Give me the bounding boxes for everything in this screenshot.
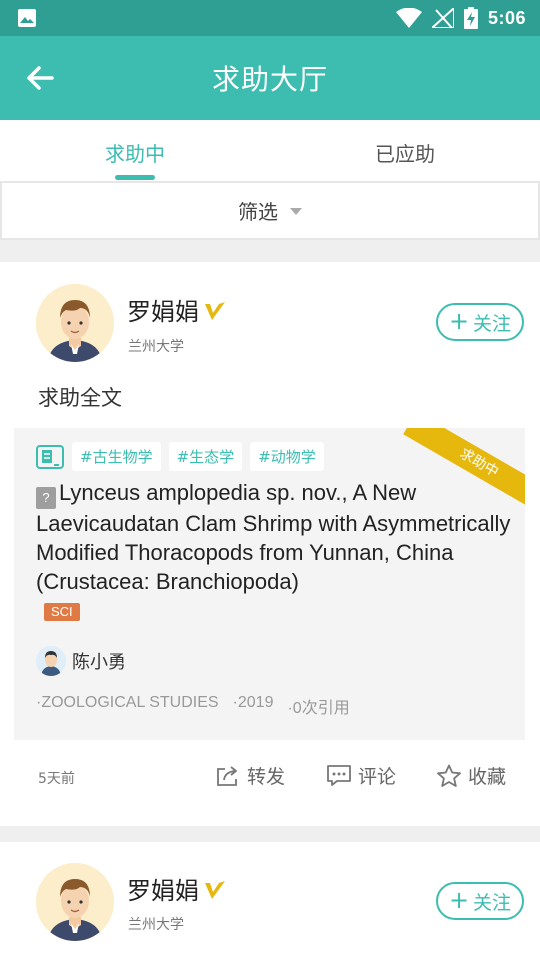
journal: ·ZOOLOGICAL STUDIES (36, 694, 219, 711)
user-name[interactable]: 罗娟娟 (127, 871, 227, 906)
request-type: 求助全文 (38, 386, 122, 410)
sci-badge: SCI (44, 603, 80, 621)
star-icon (437, 764, 461, 787)
tab-requesting[interactable]: 求助中 (0, 120, 270, 182)
tab-bar: 求助中 已应助 (0, 120, 540, 182)
comment-label: 评论 (358, 766, 397, 788)
favorite-label: 收藏 (468, 766, 507, 788)
paper-meta: ·ZOOLOGICAL STUDIES ·2019 ·0次引用 (36, 694, 350, 718)
gallery-icon (18, 9, 36, 27)
comment-button[interactable]: 评论 (326, 762, 396, 789)
post-time: 5天前 (38, 771, 75, 787)
user-name-text: 罗娟娟 (127, 877, 199, 905)
tag[interactable]: #生态学 (168, 442, 243, 471)
male-avatar-icon (36, 284, 114, 362)
wifi-icon (395, 8, 422, 28)
paper-card[interactable]: 求助中 #古生物学 #生态学 #动物学 ? Lynceus amplopedia … (14, 428, 525, 740)
status-time: 5:06 (487, 7, 526, 28)
tag-list: #古生物学 #生态学 #动物学 (36, 442, 324, 471)
v-badge-icon (205, 880, 225, 899)
status-bar: 5:06 (0, 0, 540, 36)
tab-label: 求助中 (105, 142, 165, 166)
follow-button[interactable]: + 关注 (436, 303, 524, 341)
page-title: 求助大厅 (211, 63, 328, 96)
user-name-text: 罗娟娟 (127, 298, 199, 326)
avatar[interactable] (36, 863, 114, 941)
comment-icon (327, 764, 351, 786)
year: ·2019 (232, 694, 274, 711)
question-doc-icon: ? (36, 487, 56, 509)
battery-charging-icon (463, 7, 478, 29)
tab-indicator (115, 175, 155, 180)
favorite-button[interactable]: 收藏 (436, 762, 506, 789)
no-signal-icon (431, 8, 454, 28)
paper-title-text: Lynceus amplopedia sp. nov., A New Laevi… (36, 480, 511, 594)
filter-label: 筛选 (238, 200, 278, 224)
user-school: 兰州大学 (128, 339, 184, 355)
user-school: 兰州大学 (128, 917, 184, 933)
tag[interactable]: #古生物学 (72, 442, 161, 471)
filter-button[interactable]: 筛选 (0, 181, 540, 240)
follow-label: 关注 (473, 891, 512, 914)
author-avatar-icon (36, 646, 66, 676)
tab-label: 已应助 (375, 142, 435, 166)
caret-down-icon (290, 208, 302, 215)
tab-responded[interactable]: 已应助 (270, 120, 540, 182)
share-button[interactable]: 转发 (215, 762, 285, 789)
plus-icon: + (448, 886, 470, 914)
paper-title[interactable]: ? Lynceus amplopedia sp. nov., A New Laev… (36, 478, 511, 625)
share-icon (217, 765, 237, 786)
document-icon (36, 444, 64, 469)
author-name: 陈小勇 (72, 652, 126, 673)
citations: ·0次引用 (287, 700, 350, 717)
avatar[interactable] (36, 284, 114, 362)
follow-button[interactable]: + 关注 (436, 882, 524, 920)
v-badge-icon (205, 301, 225, 320)
user-name[interactable]: 罗娟娟 (127, 292, 227, 327)
plus-icon: + (448, 307, 470, 335)
help-request-card[interactable]: 罗娟娟 兰州大学 + 关注 (0, 842, 540, 960)
app-bar: 求助大厅 (0, 36, 540, 120)
paper-author[interactable]: 陈小勇 (36, 646, 126, 676)
male-avatar-icon (36, 863, 114, 941)
help-request-card[interactable]: 罗娟娟 兰州大学 + 关注 求助全文 求助中 #古生物学 #生态学 #动物学 ?… (0, 262, 540, 826)
follow-label: 关注 (473, 312, 512, 335)
tag[interactable]: #动物学 (250, 442, 324, 471)
author-avatar (36, 646, 66, 676)
card-footer: 5天前 转发 评论 收藏 (0, 762, 540, 792)
share-label: 转发 (247, 766, 286, 788)
